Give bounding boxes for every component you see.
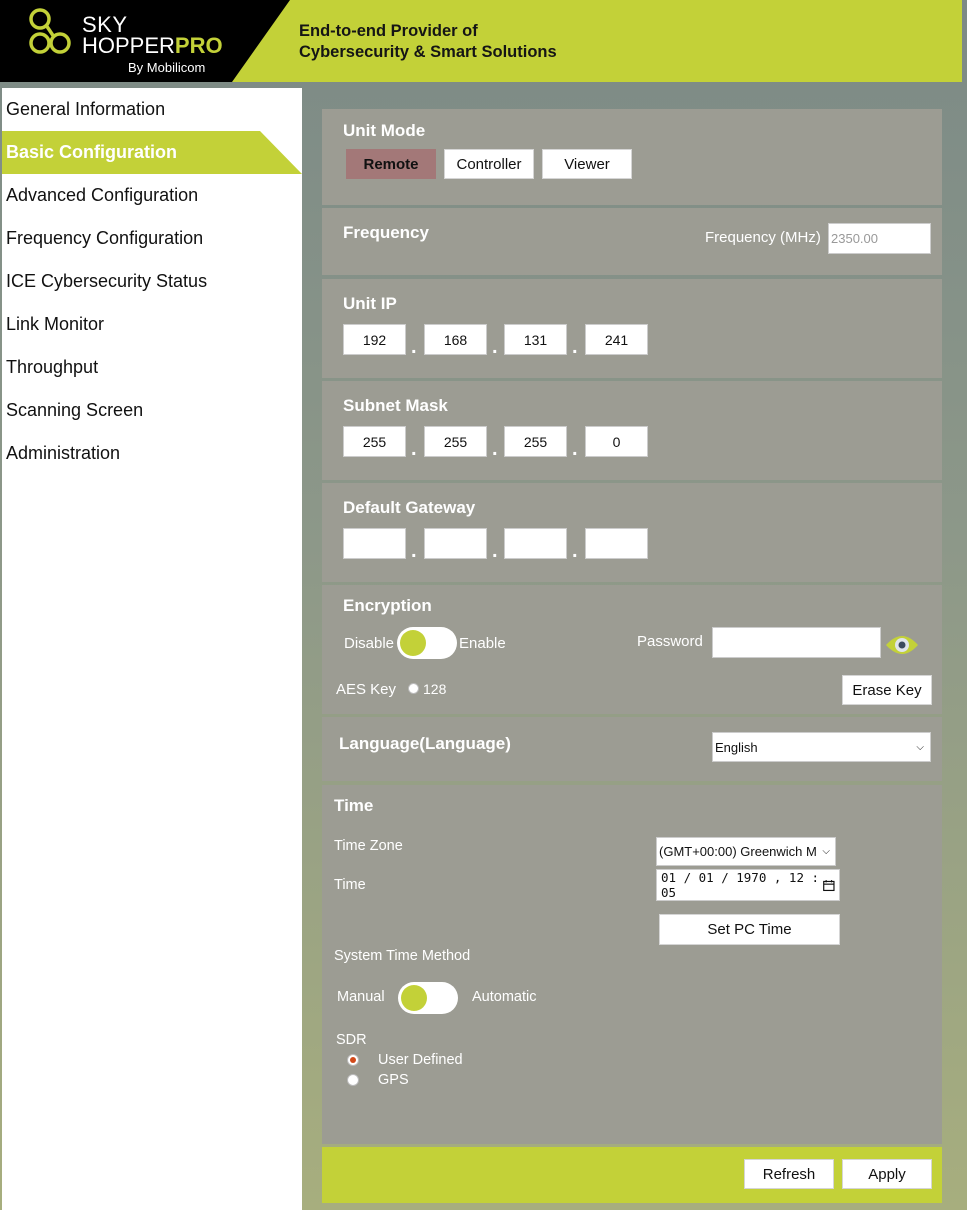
action-bar: Refresh Apply — [322, 1147, 942, 1203]
ip-separator: . — [411, 540, 417, 562]
sidebar-item-general-information[interactable]: General Information — [2, 88, 302, 131]
sidebar: General Information Basic Configuration … — [2, 88, 302, 1210]
ip-separator: . — [572, 438, 578, 460]
password-input[interactable] — [712, 627, 881, 658]
time-zone-label: Time Zone — [334, 838, 403, 854]
password-label: Password — [637, 633, 703, 650]
calendar-icon[interactable] — [823, 879, 835, 892]
logo-pro-word: PRO — [174, 33, 223, 58]
logo-hopper-word: HOPPER — [82, 33, 175, 58]
sidebar-item-administration[interactable]: Administration — [2, 432, 302, 475]
gps-label: GPS — [378, 1072, 409, 1088]
subnet-octet-3[interactable]: 255 — [504, 426, 567, 457]
language-title: Language(Language) — [339, 734, 511, 753]
sdr-label: SDR — [336, 1032, 367, 1048]
time-input[interactable]: 01 / 01 / 1970 , 12 : 05 — [656, 869, 840, 901]
sidebar-item-advanced-configuration[interactable]: Advanced Configuration — [2, 174, 302, 217]
ip-separator: . — [492, 336, 498, 358]
drone-logo-icon — [29, 8, 71, 54]
default-gateway-section: Default Gateway . . . — [322, 483, 942, 582]
system-time-method-label: System Time Method — [334, 948, 471, 964]
apply-button[interactable]: Apply — [842, 1159, 932, 1189]
aes-128-radio[interactable] — [408, 683, 419, 694]
viewer-mode-button[interactable]: Viewer — [542, 149, 632, 179]
time-title: Time — [334, 796, 374, 815]
logo: SKY HOPPERPRO By Mobilicom — [0, 0, 290, 82]
gateway-octet-2[interactable] — [424, 528, 487, 559]
ip-separator: . — [411, 336, 417, 358]
frequency-input[interactable]: 2350.00 — [828, 223, 931, 254]
sidebar-item-frequency-configuration[interactable]: Frequency Configuration — [2, 217, 302, 260]
ip-separator: . — [411, 438, 417, 460]
time-zone-value: (GMT+00:00) Greenwich M — [659, 844, 817, 859]
tagline-line2: Cybersecurity & Smart Solutions — [299, 43, 557, 61]
time-section: Time Time Zone (GMT+00:00) Greenwich M ⌵… — [322, 785, 942, 1144]
user-defined-label: User Defined — [378, 1052, 463, 1068]
subnet-octet-4[interactable]: 0 — [585, 426, 648, 457]
time-value: 01 / 01 / 1970 , 12 : 05 — [661, 870, 820, 900]
automatic-label: Automatic — [472, 989, 537, 1005]
unit-mode-title: Unit Mode — [343, 121, 426, 140]
toggle-knob — [401, 985, 427, 1011]
time-method-toggle[interactable] — [398, 982, 458, 1014]
chevron-down-icon: ⌵ — [916, 741, 924, 753]
language-selected-value: English — [715, 739, 758, 755]
time-zone-select[interactable]: (GMT+00:00) Greenwich M ⌵ — [656, 837, 836, 866]
sidebar-item-ice-cybersecurity-status[interactable]: ICE Cybersecurity Status — [2, 260, 302, 303]
unit-ip-octet-4[interactable]: 241 — [585, 324, 648, 355]
ip-separator: . — [492, 540, 498, 562]
erase-key-button[interactable]: Erase Key — [842, 675, 932, 705]
sidebar-item-link-monitor[interactable]: Link Monitor — [2, 303, 302, 346]
header-bar: SKY HOPPERPRO By Mobilicom End-to-end Pr… — [0, 0, 962, 82]
logo-by-text: By Mobilicom — [128, 60, 206, 75]
encryption-enable-label: Enable — [459, 635, 506, 652]
gps-radio[interactable] — [347, 1074, 359, 1086]
ip-separator: . — [492, 438, 498, 460]
subnet-mask-title: Subnet Mask — [343, 396, 448, 415]
set-pc-time-button[interactable]: Set PC Time — [659, 914, 840, 945]
manual-label: Manual — [337, 989, 385, 1005]
encryption-disable-label: Disable — [344, 635, 395, 652]
frequency-section: Frequency Frequency (MHz) 2350.00 — [322, 208, 942, 275]
sidebar-item-basic-configuration[interactable]: Basic Configuration — [2, 131, 302, 174]
eye-icon[interactable] — [884, 629, 920, 661]
frequency-label: Frequency (MHz) — [705, 229, 821, 246]
chevron-down-icon: ⌵ — [822, 846, 830, 857]
unit-ip-title: Unit IP — [343, 294, 397, 313]
subnet-mask-section: Subnet Mask 255 . 255 . 255 . 0 — [322, 381, 942, 480]
gateway-octet-3[interactable] — [504, 528, 567, 559]
language-select[interactable]: English ⌵ — [712, 732, 931, 762]
gateway-octet-1[interactable] — [343, 528, 406, 559]
aes-128-label: 128 — [423, 681, 447, 697]
refresh-button[interactable]: Refresh — [744, 1159, 834, 1189]
encryption-title: Encryption — [343, 596, 432, 615]
logo-hopper-text: HOPPERPRO — [82, 35, 223, 57]
tagline-line1: End-to-end Provider of — [299, 22, 478, 40]
default-gateway-title: Default Gateway — [343, 498, 476, 517]
subnet-octet-2[interactable]: 255 — [424, 426, 487, 457]
unit-ip-octet-2[interactable]: 168 — [424, 324, 487, 355]
subnet-octet-1[interactable]: 255 — [343, 426, 406, 457]
unit-mode-section: Unit Mode Remote Controller Viewer — [322, 109, 942, 205]
user-defined-radio[interactable] — [347, 1054, 359, 1066]
unit-ip-octet-1[interactable]: 192 — [343, 324, 406, 355]
gateway-octet-4[interactable] — [585, 528, 648, 559]
controller-mode-button[interactable]: Controller — [444, 149, 534, 179]
aes-key-label: AES Key — [336, 681, 397, 698]
time-label: Time — [334, 877, 366, 893]
encryption-section: Encryption Disable Enable Password AES K… — [322, 585, 942, 714]
sidebar-item-scanning-screen[interactable]: Scanning Screen — [2, 389, 302, 432]
encryption-toggle[interactable] — [397, 627, 457, 659]
sidebar-item-throughput[interactable]: Throughput — [2, 346, 302, 389]
ip-separator: . — [572, 540, 578, 562]
unit-ip-section: Unit IP 192 . 168 . 131 . 241 — [322, 279, 942, 378]
language-section: Language(Language) English ⌵ — [322, 717, 942, 781]
toggle-knob — [400, 630, 426, 656]
unit-ip-octet-3[interactable]: 131 — [504, 324, 567, 355]
frequency-title: Frequency — [343, 223, 429, 242]
remote-mode-button[interactable]: Remote — [346, 149, 436, 179]
ip-separator: . — [572, 336, 578, 358]
tagline: End-to-end Provider of Cybersecurity & S… — [299, 21, 557, 63]
